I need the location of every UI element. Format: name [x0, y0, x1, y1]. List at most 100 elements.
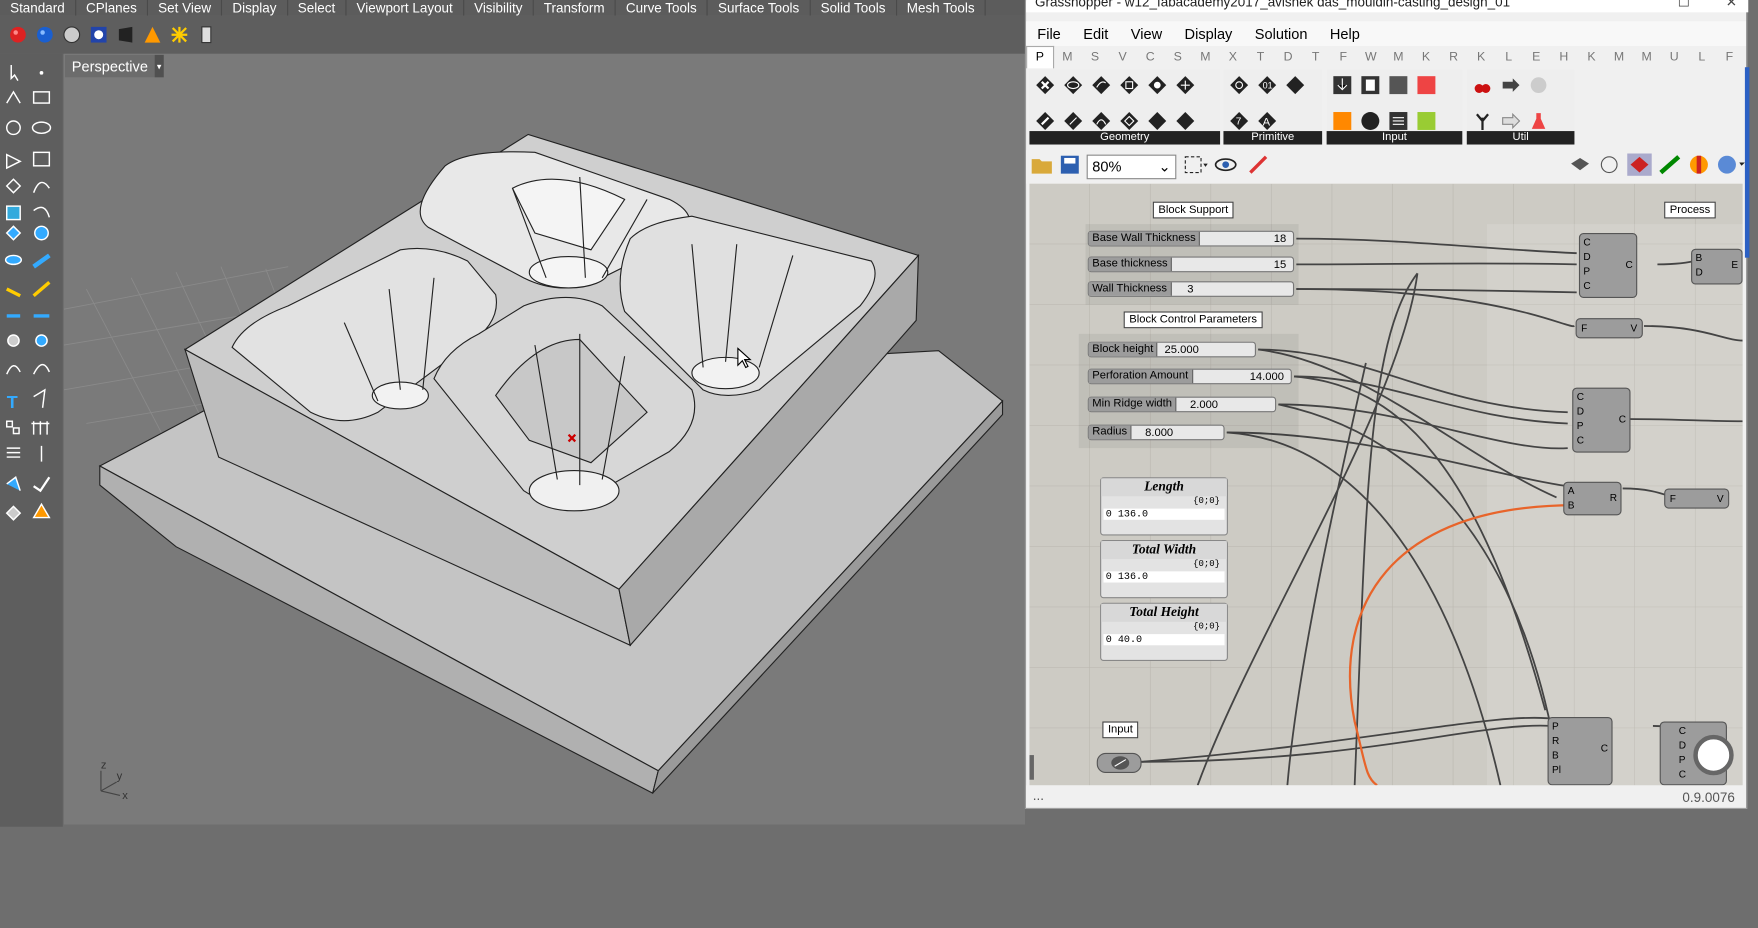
slider-input-icon[interactable]	[1386, 73, 1411, 98]
cherry-icon[interactable]	[1470, 73, 1495, 98]
menu-edit[interactable]: Edit	[1072, 25, 1120, 42]
tab-mesh-tools[interactable]: Mesh Tools	[897, 0, 986, 16]
tab-select[interactable]: Select	[288, 0, 347, 16]
sphere-preview-icon[interactable]	[1717, 154, 1746, 180]
blue-sphere-icon[interactable]	[34, 24, 56, 46]
relay-arrow-icon[interactable]	[1498, 109, 1523, 134]
box-param-icon[interactable]	[1145, 73, 1170, 98]
preview-shaded-icon[interactable]	[1569, 154, 1591, 180]
tab-m3[interactable]: M	[1605, 50, 1633, 63]
grasshopper-canvas[interactable]: Block Support Block Control Parameters P…	[1029, 183, 1743, 786]
tab-k3[interactable]: K	[1578, 50, 1606, 63]
tab-m4[interactable]: M	[1633, 50, 1661, 63]
domain-param-icon[interactable]	[1283, 73, 1308, 98]
zoom-dropdown[interactable]: 80% ⌄	[1086, 154, 1177, 180]
navigation-widget[interactable]	[1693, 734, 1734, 776]
tab-display[interactable]: Display	[222, 0, 288, 16]
slider-block-height[interactable]: Block height 25.000	[1087, 341, 1256, 358]
integer-param-icon[interactable]: 01	[1255, 73, 1280, 98]
jump-icon[interactable]	[1526, 73, 1551, 98]
sun-icon[interactable]	[168, 24, 190, 46]
number-param-icon[interactable]: 7	[1227, 109, 1252, 134]
tab-viewport-layout[interactable]: Viewport Layout	[346, 0, 464, 16]
tab-l[interactable]: L	[1495, 50, 1523, 63]
image-sampler-icon[interactable]	[1414, 109, 1439, 134]
tab-transform[interactable]: T	[1247, 50, 1275, 63]
addition-node[interactable]: A B R	[1563, 481, 1622, 516]
brep-param-icon[interactable]	[1117, 73, 1142, 98]
chevron-down-icon[interactable]: ▾	[154, 54, 164, 78]
component-node-2[interactable]: B D E	[1691, 248, 1743, 285]
save-icon[interactable]	[1060, 154, 1080, 180]
data-dam-icon[interactable]	[1498, 73, 1523, 98]
shaded-sphere-icon[interactable]	[61, 24, 83, 46]
tab-mesh[interactable]: M	[1192, 50, 1220, 63]
tab-w[interactable]: W	[1357, 50, 1385, 63]
tab-display[interactable]: D	[1274, 50, 1302, 63]
tab-t2[interactable]: T	[1302, 50, 1330, 63]
material-library-icon[interactable]	[195, 24, 217, 46]
expression-node-2[interactable]: F V	[1664, 488, 1730, 509]
slider-radius[interactable]: Radius 8.000	[1087, 424, 1225, 441]
menu-display[interactable]: Display	[1173, 25, 1243, 42]
tab-transform[interactable]: Transform	[534, 0, 616, 16]
tab-curve-tools[interactable]: Curve Tools	[616, 0, 708, 16]
boolean-param-icon[interactable]	[1227, 73, 1252, 98]
tab-h[interactable]: H	[1550, 50, 1578, 63]
canvas-edge-handle[interactable]	[1029, 755, 1034, 780]
sidebar-tool-icons[interactable]: T	[0, 54, 63, 569]
file-path-icon[interactable]	[1358, 73, 1383, 98]
preview-selected-icon[interactable]	[1627, 152, 1652, 181]
process-tag[interactable]: Process	[1664, 201, 1716, 219]
tab-cplanes[interactable]: CPlanes	[76, 0, 149, 16]
preview-wire-icon[interactable]	[1598, 154, 1620, 180]
menu-help[interactable]: Help	[1319, 25, 1371, 42]
gradient-icon[interactable]	[1330, 109, 1355, 134]
tab-maths[interactable]: M	[1054, 50, 1082, 63]
text-param-icon[interactable]: A	[1255, 109, 1280, 134]
geometry-input-node[interactable]	[1096, 752, 1142, 774]
menu-solution[interactable]: Solution	[1244, 25, 1319, 42]
tab-sets[interactable]: S	[1081, 50, 1109, 63]
colour-wheel-icon[interactable]	[1688, 154, 1710, 180]
tab-visibility[interactable]: Visibility	[464, 0, 534, 16]
red-sphere-icon[interactable]	[7, 24, 29, 46]
menu-file[interactable]: File	[1026, 25, 1072, 42]
warning-light-icon[interactable]	[141, 24, 163, 46]
component-node-1[interactable]: C D P C C	[1578, 233, 1638, 298]
flask-icon[interactable]	[1526, 109, 1551, 134]
component-node-3[interactable]: C D P C C	[1572, 387, 1631, 453]
slider-perforation-amount[interactable]: Perforation Amount 14.000	[1087, 368, 1292, 385]
tab-solid-tools[interactable]: Solid Tools	[811, 0, 897, 16]
button-input-icon[interactable]	[1358, 109, 1383, 134]
tab-surface[interactable]: S	[1164, 50, 1192, 63]
document-preview-icon[interactable]	[1659, 154, 1681, 180]
block-control-tag[interactable]: Block Control Parameters	[1123, 311, 1263, 329]
perspective-viewport[interactable]: Perspective ▾ z y x	[63, 53, 1025, 825]
twisted-box-icon[interactable]	[1145, 109, 1170, 134]
tab-intersect[interactable]: X	[1219, 50, 1247, 63]
colour-swatch-icon[interactable]	[1414, 73, 1439, 98]
input-tag[interactable]: Input	[1102, 721, 1139, 739]
tab-standard[interactable]: Standard	[0, 0, 76, 16]
expression-node-1[interactable]: F V	[1575, 318, 1643, 339]
plane-param-icon[interactable]	[1117, 109, 1142, 134]
tab-k2[interactable]: K	[1467, 50, 1495, 63]
tab-r[interactable]: R	[1440, 50, 1468, 63]
field-param-icon[interactable]	[1173, 109, 1198, 134]
panel-total-width[interactable]: Total Width {0;0} 0 136.0	[1100, 539, 1228, 599]
tab-surface-tools[interactable]: Surface Tools	[708, 0, 811, 16]
tab-u[interactable]: U	[1660, 50, 1688, 63]
tab-k[interactable]: K	[1412, 50, 1440, 63]
close-icon[interactable]: ✕	[1726, 0, 1737, 10]
arc-param-icon[interactable]	[1089, 109, 1114, 134]
import-icon[interactable]	[1330, 73, 1355, 98]
block-support-tag[interactable]: Block Support	[1152, 201, 1234, 219]
tab-m2[interactable]: M	[1385, 50, 1413, 63]
slider-base-thickness[interactable]: Base thickness 15	[1087, 256, 1295, 273]
curve-param-icon[interactable]	[1061, 73, 1086, 98]
vector-param-icon[interactable]	[1033, 109, 1058, 134]
geometry-param-icon[interactable]	[1033, 73, 1058, 98]
tab-f[interactable]: F	[1329, 50, 1357, 63]
tab-f2[interactable]: F	[1716, 50, 1744, 63]
